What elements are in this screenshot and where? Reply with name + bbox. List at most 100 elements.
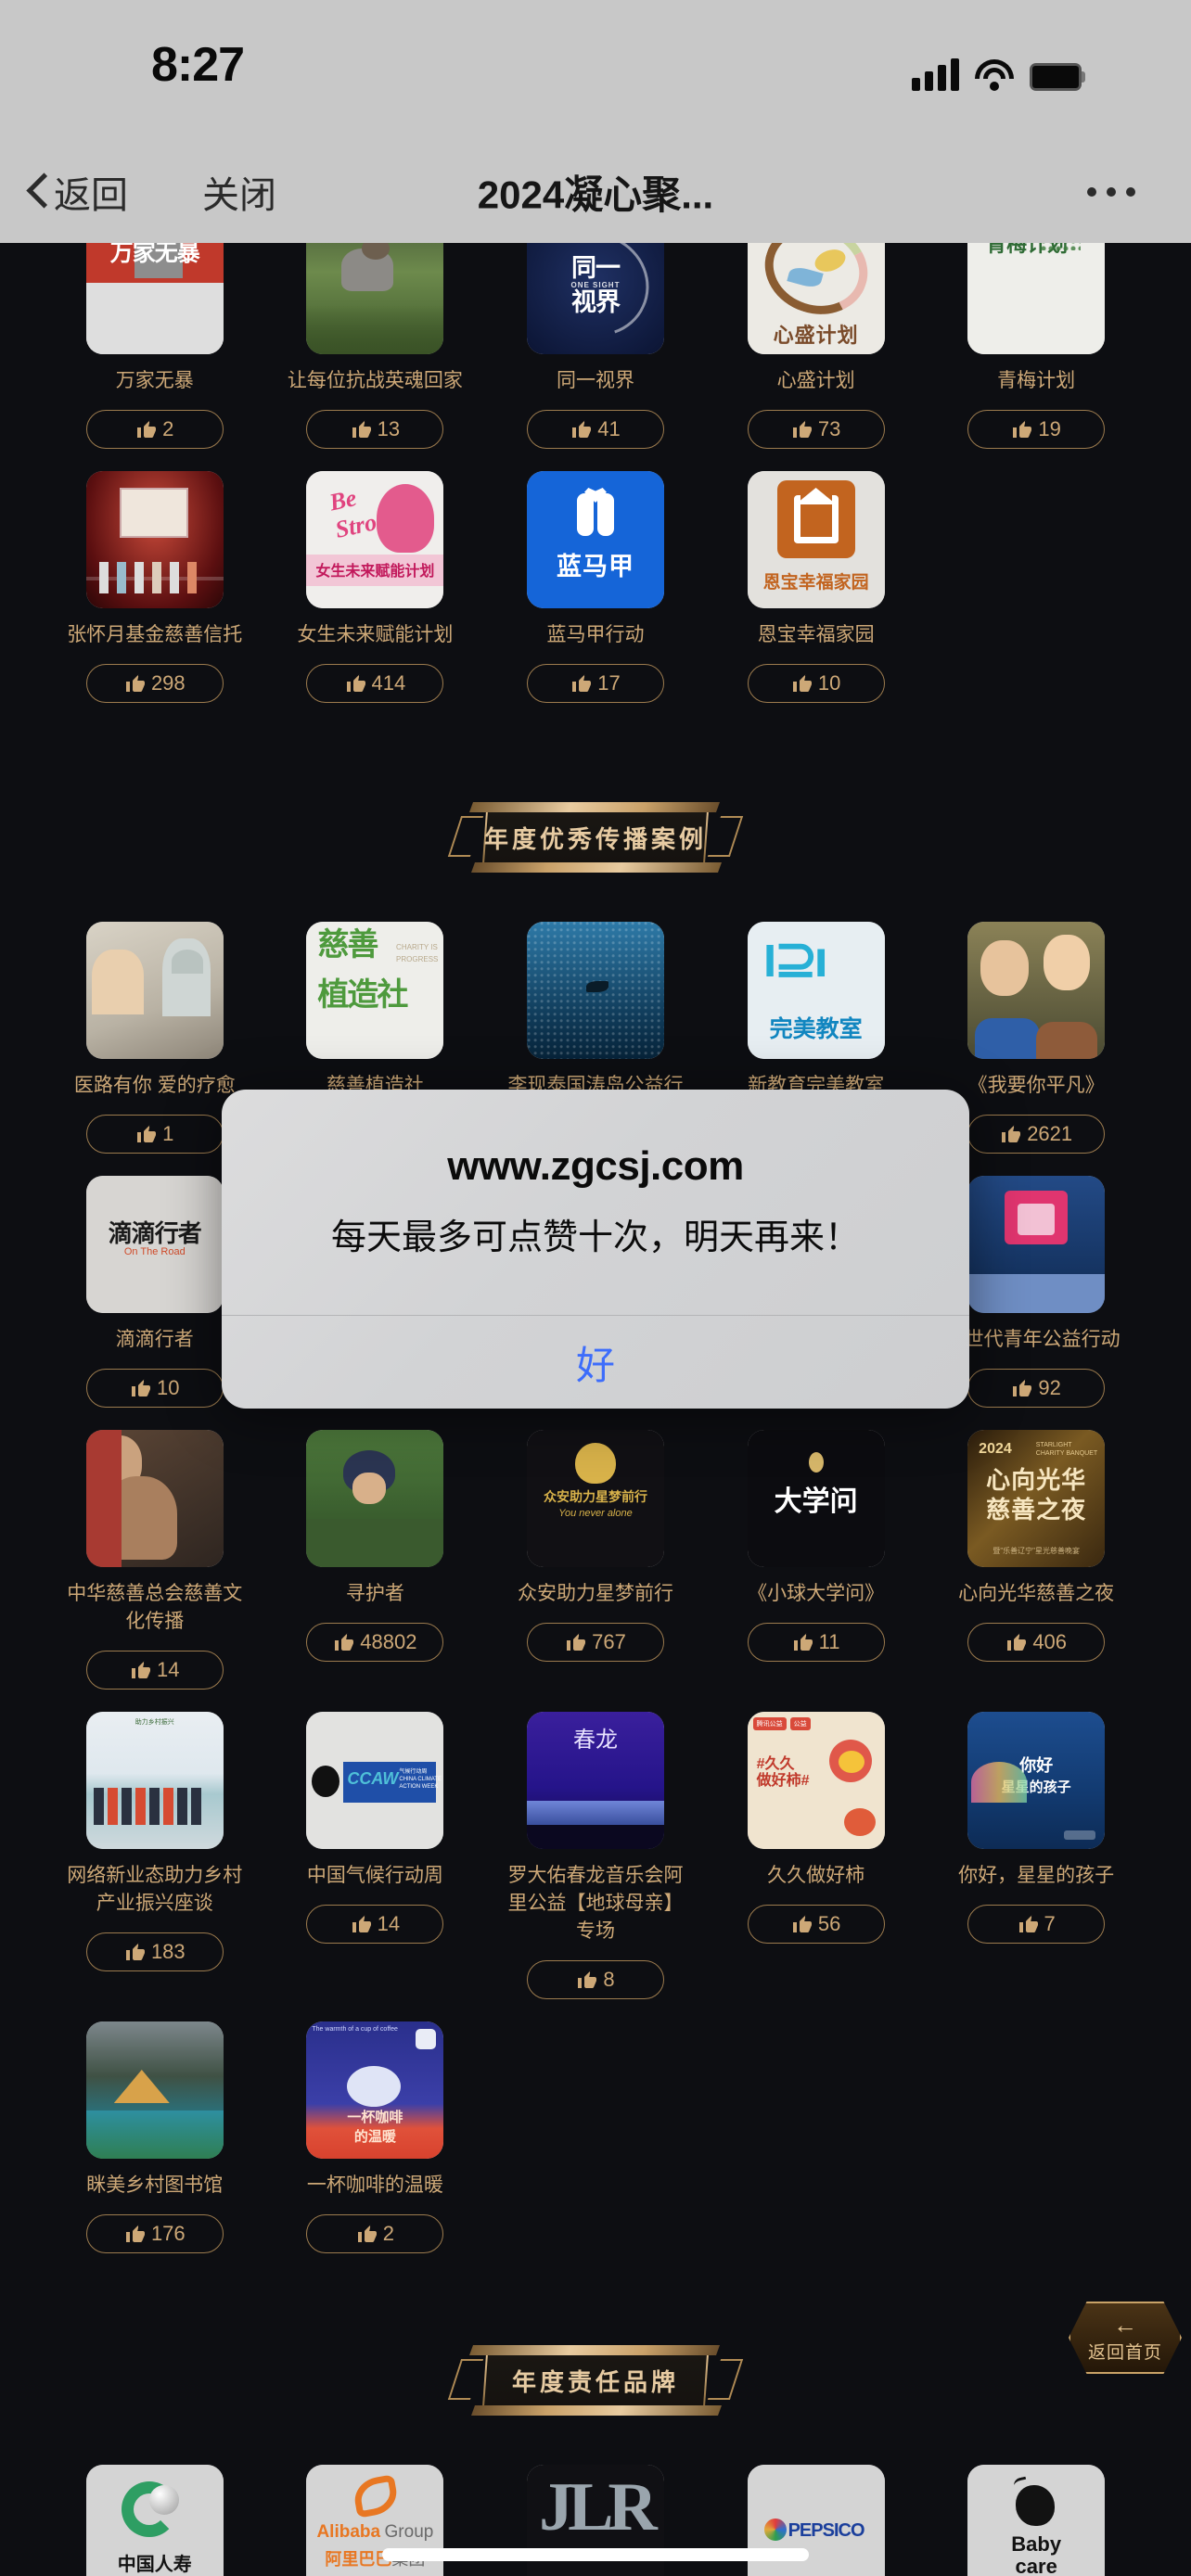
- battery-icon: [1030, 63, 1082, 91]
- card-thumbnail[interactable]: ו⊇ı 完美教室: [747, 922, 885, 1059]
- like-button[interactable]: 176: [85, 2214, 224, 2253]
- card-thumbnail[interactable]: [306, 1430, 444, 1567]
- section-title: 年度优秀传播案例: [484, 824, 708, 853]
- card-thumbnail[interactable]: 慈善 植造社 CHARITY IS PROGRESS: [306, 922, 444, 1059]
- like-count: 1: [162, 1122, 174, 1145]
- more-options-icon[interactable]: [1087, 187, 1135, 197]
- like-button[interactable]: 92: [967, 1369, 1106, 1408]
- like-button[interactable]: 17: [526, 664, 664, 703]
- like-count: 8: [603, 1968, 615, 1991]
- like-button[interactable]: 2621: [967, 1115, 1106, 1154]
- like-count: 14: [157, 1658, 180, 1681]
- card-cell[interactable]: 青梅计划 青梅计划 19: [926, 217, 1146, 449]
- card-thumbnail[interactable]: 众安助力星梦前行 You never alone: [526, 1430, 664, 1567]
- like-button[interactable]: 8: [526, 1960, 664, 1999]
- card-cell[interactable]: 大学问 《小球大学问》 11: [706, 1430, 927, 1690]
- card-cell[interactable]: 恩宝幸福家园 恩宝幸福家园 10: [706, 471, 927, 703]
- like-button[interactable]: 73: [747, 410, 885, 449]
- alert-dialog: www.zgcsj.com 每天最多可点赞十次，明天再来！ 好: [222, 1090, 969, 1409]
- like-button[interactable]: 13: [306, 410, 444, 449]
- like-button[interactable]: 11: [747, 1623, 885, 1662]
- like-button[interactable]: 14: [306, 1905, 444, 1944]
- card-thumbnail[interactable]: 中国人寿 CHINA LIFE: [85, 2465, 224, 2576]
- card-thumbnail[interactable]: The warmth of a cup of coffee 一杯咖啡 的温暖: [306, 2021, 444, 2159]
- card-cell[interactable]: 张怀月基金慈善信托 298: [45, 471, 265, 703]
- card-thumbnail[interactable]: CCAW 气候行动周 CHINA CLIMATE ACTION WEEK: [306, 1712, 444, 1849]
- thumbs-up-icon: [791, 1913, 813, 1935]
- like-button[interactable]: 56: [747, 1905, 885, 1944]
- card-row: 张怀月基金慈善信托 298 Be Strong 女生未来赋能计划 女生未来赋能计划: [0, 471, 1191, 703]
- card-thumbnail[interactable]: 滴滴行者 On The Road: [85, 1176, 224, 1313]
- card-cell[interactable]: 眯美乡村图书馆 176: [45, 2021, 265, 2253]
- card-cell[interactable]: 同一 ONE SIGHT 视界 同一视界 41: [485, 217, 706, 449]
- like-count: 48802: [360, 1630, 417, 1653]
- card-cell[interactable]: 春龙 罗大佑春龙音乐会阿里公益【地球母亲】专场 8: [485, 1712, 706, 1999]
- card-thumbnail[interactable]: [85, 2021, 224, 2159]
- card-title: 女生未来赋能计划: [297, 624, 454, 645]
- card-cell[interactable]: 寻护者 48802: [265, 1430, 486, 1690]
- like-button[interactable]: 406: [967, 1623, 1106, 1662]
- card-cell[interactable]: 中国人寿 CHINA LIFE 中国人寿 16: [45, 2465, 265, 2576]
- card-thumbnail[interactable]: [967, 1176, 1106, 1313]
- card-thumbnail[interactable]: 春龙: [526, 1712, 664, 1849]
- card-thumbnail[interactable]: 你好 星星的孩子: [967, 1712, 1106, 1849]
- card-title: 心盛计划: [776, 370, 855, 391]
- alert-title: www.zgcsj.com: [447, 1143, 744, 1189]
- home-indicator[interactable]: [382, 2548, 809, 2561]
- like-button[interactable]: 10: [747, 664, 885, 703]
- card-cell[interactable]: 蓝马甲 蓝马甲行动 17: [485, 471, 706, 703]
- card-thumbnail[interactable]: [85, 922, 224, 1059]
- like-button[interactable]: 183: [85, 1932, 224, 1971]
- card-thumbnail[interactable]: [85, 1430, 224, 1567]
- card-thumbnail[interactable]: 蓝马甲: [526, 471, 664, 608]
- like-button[interactable]: 41: [526, 410, 664, 449]
- card-title: 中华慈善总会慈善文化传播: [67, 1583, 243, 1632]
- card-thumbnail[interactable]: Be Strong 女生未来赋能计划: [306, 471, 444, 608]
- like-button[interactable]: 414: [306, 664, 444, 703]
- like-button[interactable]: 14: [85, 1651, 224, 1690]
- like-count: 2: [382, 2222, 395, 2245]
- section-banner: 年度责任品牌: [447, 2345, 744, 2416]
- card-thumbnail[interactable]: 助力乡村振兴: [85, 1712, 224, 1849]
- card-cell[interactable]: The warmth of a cup of coffee 一杯咖啡 的温暖 一杯…: [265, 2021, 486, 2253]
- card-cell[interactable]: 腾讯公益 公益 #久久 做好柿# 久久做好柿 56: [706, 1712, 927, 1999]
- card-cell[interactable]: 万家无暴 万家无暴 2: [45, 217, 265, 449]
- card-thumbnail[interactable]: Baby care: [967, 2465, 1106, 2576]
- back-to-home-button[interactable]: ← 返回首页: [1069, 2302, 1182, 2374]
- like-button[interactable]: 298: [85, 664, 224, 703]
- like-button[interactable]: 1: [85, 1115, 224, 1154]
- like-button[interactable]: 767: [526, 1623, 664, 1662]
- thumbs-up-icon: [1018, 1913, 1040, 1935]
- like-count: 13: [377, 417, 401, 440]
- like-button[interactable]: 48802: [306, 1623, 444, 1662]
- card-thumbnail[interactable]: [526, 922, 664, 1059]
- card-title: 心向光华慈善之夜: [958, 1583, 1115, 1604]
- card-cell[interactable]: 让每位抗战英魂回家 13: [265, 217, 486, 449]
- card-thumbnail[interactable]: 大学问: [747, 1430, 885, 1567]
- card-thumbnail[interactable]: [85, 471, 224, 608]
- like-count: 298: [150, 671, 186, 695]
- card-cell[interactable]: 中华慈善总会慈善文化传播 14: [45, 1430, 265, 1690]
- card-cell[interactable]: 你好 星星的孩子 你好，星星的孩子 7: [926, 1712, 1146, 1999]
- card-row: 中华慈善总会慈善文化传播 14 寻护者 48802 众安助力星梦前行 You n…: [0, 1430, 1191, 1690]
- card-cell[interactable]: Be Strong 女生未来赋能计划 女生未来赋能计划 414: [265, 471, 486, 703]
- card-thumbnail[interactable]: [967, 922, 1106, 1059]
- thumbs-up-icon: [570, 672, 593, 695]
- like-button[interactable]: 10: [85, 1369, 224, 1408]
- card-cell[interactable]: 众安助力星梦前行 You never alone 众安助力星梦前行 767: [485, 1430, 706, 1690]
- card-cell[interactable]: Babycare Babycare 6: [926, 2465, 1146, 2576]
- card-cell[interactable]: 2024 STARLIGHT CHARITY BANQUET 心向光华 慈善之夜 …: [926, 1430, 1146, 1690]
- card-cell[interactable]: CCAW 气候行动周 CHINA CLIMATE ACTION WEEK 中国气候行…: [265, 1712, 486, 1999]
- like-button[interactable]: 19: [967, 410, 1106, 449]
- like-button[interactable]: 2: [85, 410, 224, 449]
- card-thumbnail[interactable]: 恩宝幸福家园: [747, 471, 885, 608]
- card-row: 助力乡村振兴 网络新业态助力乡村产业振兴座谈 183 CCAW 气候行动周 CH…: [0, 1712, 1191, 1999]
- like-count: 19: [1038, 417, 1061, 440]
- alert-ok-button[interactable]: 好: [222, 1316, 969, 1409]
- card-cell[interactable]: 心盛计划 心盛计划 73: [706, 217, 927, 449]
- card-thumbnail[interactable]: 2024 STARLIGHT CHARITY BANQUET 心向光华 慈善之夜 …: [967, 1430, 1106, 1567]
- like-button[interactable]: 7: [967, 1905, 1106, 1944]
- card-cell[interactable]: 助力乡村振兴 网络新业态助力乡村产业振兴座谈 183: [45, 1712, 265, 1999]
- card-thumbnail[interactable]: 腾讯公益 公益 #久久 做好柿#: [747, 1712, 885, 1849]
- like-button[interactable]: 2: [306, 2214, 444, 2253]
